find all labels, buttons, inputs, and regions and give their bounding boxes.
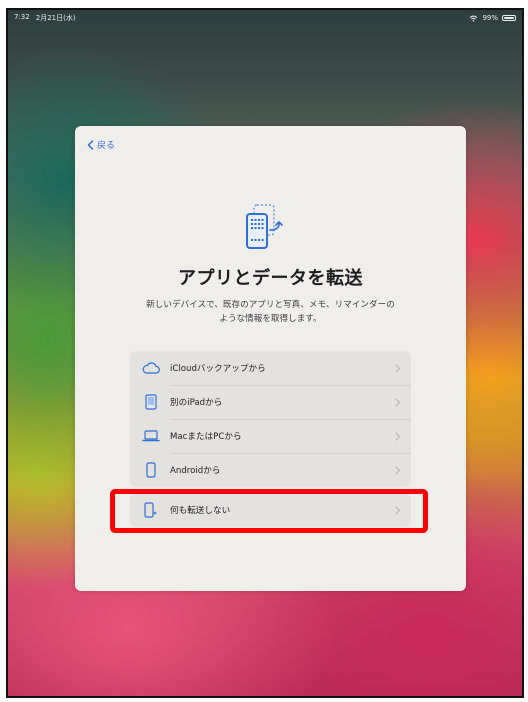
option-android[interactable]: Androidから: [130, 453, 411, 487]
back-button[interactable]: 戻る: [87, 138, 115, 151]
status-date: 2月21日(水): [35, 14, 76, 22]
no-transfer-group: 何も転送しない: [130, 493, 411, 527]
chevron-right-icon: [395, 397, 401, 407]
cloud-icon: [142, 359, 160, 377]
transfer-options: iCloudバックアップから 別のiPadから MacまたはPCから Andro…: [130, 351, 411, 527]
battery-icon: [502, 15, 516, 21]
page-title: アプリとデータを転送: [178, 268, 363, 289]
option-another-ipad[interactable]: 別のiPadから: [130, 385, 411, 419]
option-label: Androidから: [170, 466, 221, 476]
android-phone-icon: [142, 461, 160, 479]
transfer-card: 戻る アプリとデータを転送 新しいデバイスで、既存のアプリと写真、メモ、リマイン…: [75, 126, 466, 591]
wifi-icon: [470, 15, 478, 22]
page-description: 新しいデバイスで、既存のアプリと写真、メモ、リマインダーのような情報を取得します…: [146, 300, 395, 324]
battery-percent: 99%: [482, 14, 498, 22]
status-time: 7:32: [14, 13, 30, 21]
status-bar: 7:32 2月21日(水) 99%: [8, 10, 522, 26]
option-label: 何も転送しない: [170, 506, 231, 516]
chevron-left-icon: [87, 139, 94, 150]
ipad-icon: [142, 393, 160, 411]
option-label: 別のiPadから: [170, 398, 223, 408]
status-left: 7:32 2月21日(水): [14, 13, 76, 23]
option-label: iCloudバックアップから: [170, 364, 266, 374]
back-label: 戻る: [97, 141, 116, 151]
option-mac-or-pc[interactable]: MacまたはPCから: [130, 419, 411, 453]
status-right: 99%: [469, 14, 516, 22]
laptop-icon: [142, 427, 160, 445]
chevron-right-icon: [395, 505, 401, 515]
option-label: MacまたはPCから: [170, 432, 242, 442]
chevron-right-icon: [395, 465, 401, 475]
option-no-transfer[interactable]: 何も転送しない: [130, 493, 411, 527]
transfer-devices-icon: [246, 204, 283, 249]
chevron-right-icon: [395, 431, 401, 441]
sparkle-phone-icon: [142, 501, 160, 519]
ipad-screen: 7:32 2月21日(水) 99% 戻る アプリとデータを転送 新しいデバイスで…: [6, 8, 524, 698]
transfer-source-group: iCloudバックアップから 別のiPadから MacまたはPCから Andro…: [130, 351, 411, 487]
chevron-right-icon: [395, 363, 401, 373]
option-icloud-backup[interactable]: iCloudバックアップから: [130, 351, 411, 385]
